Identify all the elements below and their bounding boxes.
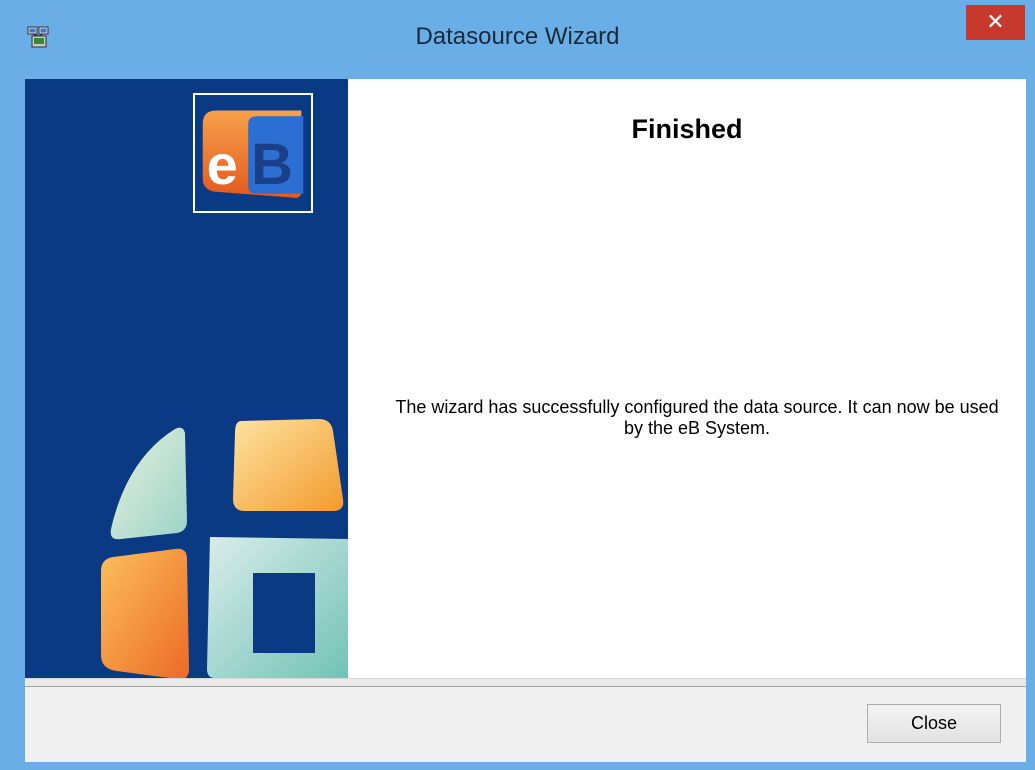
decorative-shapes <box>101 419 348 678</box>
main-panel: Finished The wizard has successfully con… <box>348 79 1026 678</box>
separator <box>25 678 1026 686</box>
close-button[interactable]: Close <box>867 704 1001 743</box>
window-title: Datasource Wizard <box>415 23 620 50</box>
button-bar: Close <box>25 686 1026 762</box>
wizard-client-area: e B Finished The wizard has successfully… <box>25 79 1026 762</box>
status-message: The wizard has successfully configured t… <box>395 397 999 438</box>
title-bar[interactable]: Datasource Wizard ✕ <box>0 0 1035 79</box>
page-title: Finished <box>631 114 743 144</box>
wizard-window: Datasource Wizard ✕ e B Finished The wiz… <box>0 0 1035 770</box>
window-close-button[interactable]: ✕ <box>966 5 1025 40</box>
side-banner: e B <box>25 79 348 678</box>
close-icon: ✕ <box>986 9 1005 35</box>
